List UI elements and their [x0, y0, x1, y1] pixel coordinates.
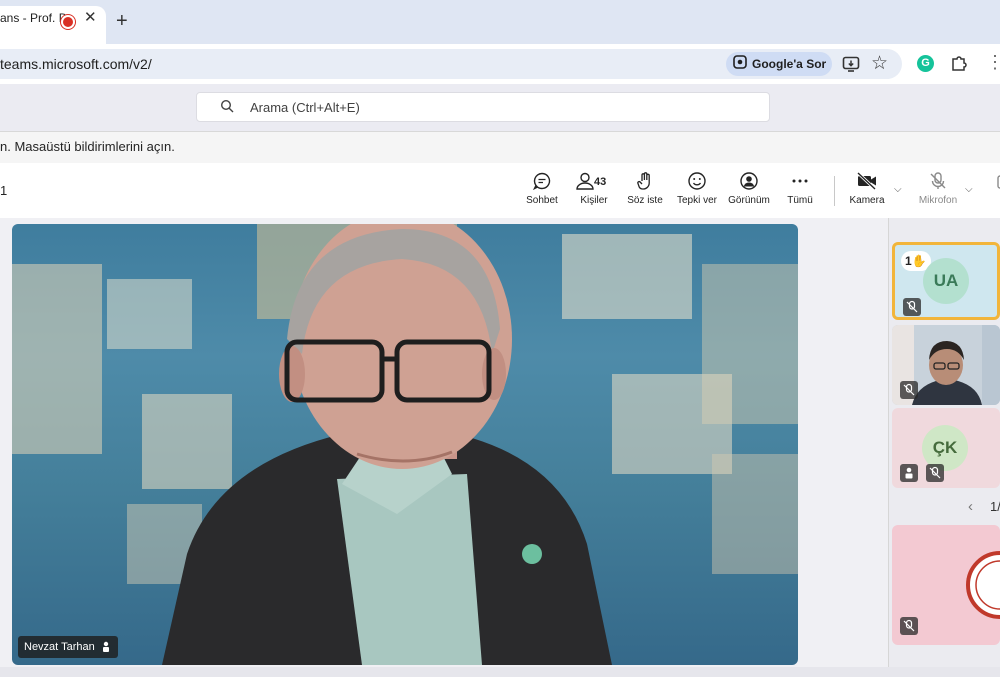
more-dots-icon — [792, 179, 808, 183]
camera-label: Kamera — [849, 195, 885, 206]
bottom-strip — [0, 667, 1000, 677]
gallery-page-indicator: 1/ — [990, 499, 1000, 514]
notification-text[interactable]: n. Masaüstü bildirimlerini açın. — [0, 139, 175, 154]
search-placeholder[interactable]: Arama (Ctrl+Alt+E) — [250, 100, 360, 115]
google-lens-icon — [733, 55, 747, 69]
react-label: Tepki ver — [676, 195, 717, 206]
camera-options-chevron-icon[interactable]: ⌵ — [894, 184, 902, 195]
participant-tile-video[interactable] — [892, 325, 1000, 405]
meeting-timer: 1 — [0, 183, 8, 198]
speaker-video-frame — [12, 224, 798, 665]
view-person-icon — [740, 172, 758, 190]
browser-tab-strip — [0, 0, 1000, 44]
mic-muted-icon — [900, 617, 918, 635]
microphone-off-icon — [930, 172, 946, 189]
browser-tab-title: ans - Prof. D — [0, 11, 68, 25]
new-tab-icon[interactable]: + — [116, 11, 128, 31]
raise-hand-label: Söz iste — [627, 195, 663, 206]
install-app-icon[interactable] — [842, 55, 860, 73]
mic-label: Mikrofon — [918, 195, 958, 206]
raised-hand-icon: ✋ — [911, 254, 927, 268]
google-ask-label[interactable]: Google'a Sor — [752, 57, 826, 71]
recording-indicator-icon — [63, 17, 73, 27]
share-icon[interactable] — [990, 168, 1000, 212]
more-label: Tümü — [787, 195, 813, 206]
emoji-icon — [688, 172, 706, 190]
tab-close-icon[interactable]: ✕ — [84, 8, 97, 26]
url-text[interactable]: teams.microsoft.com/v2/ — [0, 56, 152, 72]
people-button[interactable]: 43 Kişiler — [572, 171, 616, 215]
people-label: Kişiler — [580, 195, 608, 206]
mic-muted-icon — [903, 298, 921, 316]
mic-button[interactable]: Mikrofon — [914, 171, 962, 215]
grammarly-extension-icon[interactable]: G — [917, 55, 934, 72]
raised-hand-count: 1 — [905, 254, 912, 268]
mic-muted-icon — [900, 381, 918, 399]
mic-muted-icon — [926, 464, 944, 482]
react-button[interactable]: Tepki ver — [674, 171, 720, 215]
participant-tile-logo[interactable] — [892, 525, 1000, 645]
chat-button[interactable]: Sohbet — [522, 171, 562, 215]
participant-options-icon — [102, 641, 109, 652]
people-count: 43 — [594, 176, 607, 188]
speaker-video[interactable] — [12, 224, 798, 665]
participant-tile-ua[interactable]: 1 ✋ UA — [892, 242, 1000, 320]
browser-menu-icon[interactable]: ⋮ — [986, 52, 1000, 73]
raise-hand-button[interactable]: Söz iste — [624, 171, 666, 215]
participant-tile-ck[interactable]: ÇK — [892, 408, 1000, 488]
more-button[interactable]: Tümü — [782, 171, 818, 215]
raise-hand-icon — [637, 172, 650, 190]
avatar: UA — [923, 258, 969, 304]
chat-label: Sohbet — [526, 195, 558, 206]
gallery-prev-chevron-icon[interactable]: ‹ — [968, 498, 973, 515]
view-button[interactable]: Görünüm — [725, 171, 773, 215]
camera-off-icon — [856, 171, 877, 191]
speaker-name: Nevzat Tarhan — [24, 641, 95, 653]
speaker-name-tag: Nevzat Tarhan — [18, 636, 118, 658]
participant-info-icon — [900, 464, 918, 482]
view-label: Görünüm — [728, 195, 770, 206]
controls-divider — [834, 176, 835, 206]
search-icon — [220, 99, 234, 113]
camera-button[interactable]: Kamera — [846, 171, 888, 215]
chat-icon — [532, 172, 551, 191]
extensions-puzzle-icon[interactable] — [950, 54, 968, 72]
mic-options-chevron-icon[interactable]: ⌵ — [965, 184, 973, 195]
bookmark-star-icon[interactable]: ☆ — [871, 52, 888, 75]
